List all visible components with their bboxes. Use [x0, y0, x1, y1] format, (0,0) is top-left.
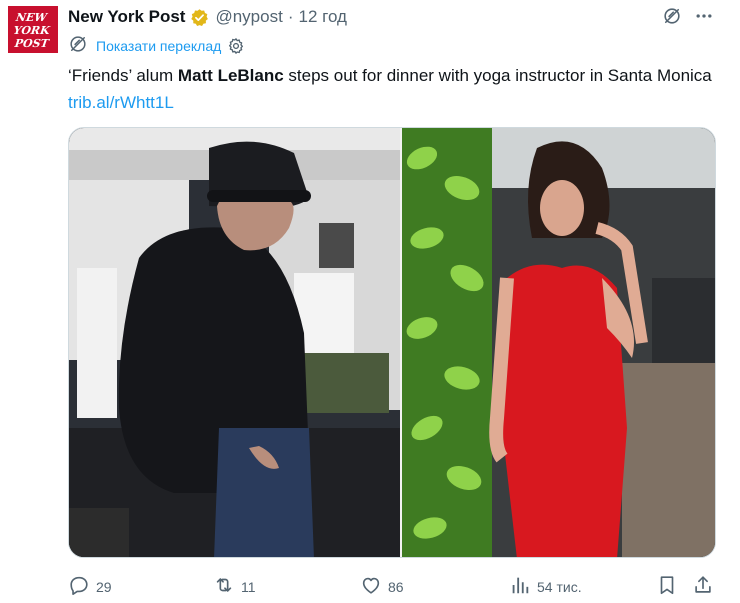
like-count: 86 [388, 579, 404, 595]
repost-button[interactable]: 11 [213, 573, 256, 601]
author-name[interactable]: New York Post [68, 7, 185, 27]
show-translation-link[interactable]: Показати переклад [96, 38, 221, 54]
separator-dot: · [287, 7, 294, 26]
tweet-text-part: ‘Friends’ alum [68, 66, 178, 85]
photo-left[interactable] [69, 128, 400, 558]
verified-badge-icon[interactable] [190, 8, 209, 27]
bookmark-button[interactable] [656, 573, 678, 601]
tweet-link[interactable]: trib.al/rWhtt1L [68, 93, 174, 112]
media-grid [68, 127, 716, 558]
grok-icon[interactable] [660, 4, 684, 28]
like-button[interactable]: 86 [360, 573, 404, 601]
reply-count: 29 [96, 579, 112, 595]
svg-text:POST: POST [13, 37, 51, 50]
author-handle[interactable]: @nypost [215, 7, 282, 27]
tweet-header: New York Post @nypost · 12 год [68, 6, 347, 28]
tweet-timestamp[interactable]: 12 год [299, 7, 347, 27]
repost-count: 11 [241, 579, 256, 595]
gear-icon[interactable] [227, 37, 245, 55]
share-button[interactable] [692, 573, 714, 601]
tweet-text-part: steps out for dinner with yoga instructo… [283, 66, 712, 85]
tweet-text: ‘Friends’ alum Matt LeBlanc steps out fo… [68, 62, 718, 116]
tweet-text-bold-name: Matt LeBlanc [177, 66, 284, 85]
views-count: 54 тис. [537, 579, 582, 595]
reply-button[interactable]: 29 [68, 573, 112, 601]
translate-row: Показати переклад [68, 34, 245, 59]
heart-icon [360, 574, 382, 601]
photo-right[interactable] [402, 128, 716, 558]
svg-text:YORK: YORK [13, 24, 51, 37]
more-options-icon[interactable] [692, 4, 716, 28]
avatar[interactable]: NEW YORK POST [8, 6, 58, 53]
new-york-post-logo: NEW YORK POST [8, 6, 58, 53]
action-bar: 29 11 86 54 тис. [68, 573, 718, 601]
views-chart-icon [509, 574, 531, 601]
svg-text:NEW: NEW [14, 11, 49, 24]
bookmark-icon [656, 574, 678, 601]
tweet-card[interactable]: NEW YORK POST New York Post @nypost · 12… [0, 0, 740, 603]
share-icon [692, 574, 714, 601]
reply-icon [68, 574, 90, 601]
translate-icon[interactable] [68, 34, 88, 59]
repost-icon [213, 574, 235, 601]
views-button[interactable]: 54 тис. [509, 573, 582, 601]
